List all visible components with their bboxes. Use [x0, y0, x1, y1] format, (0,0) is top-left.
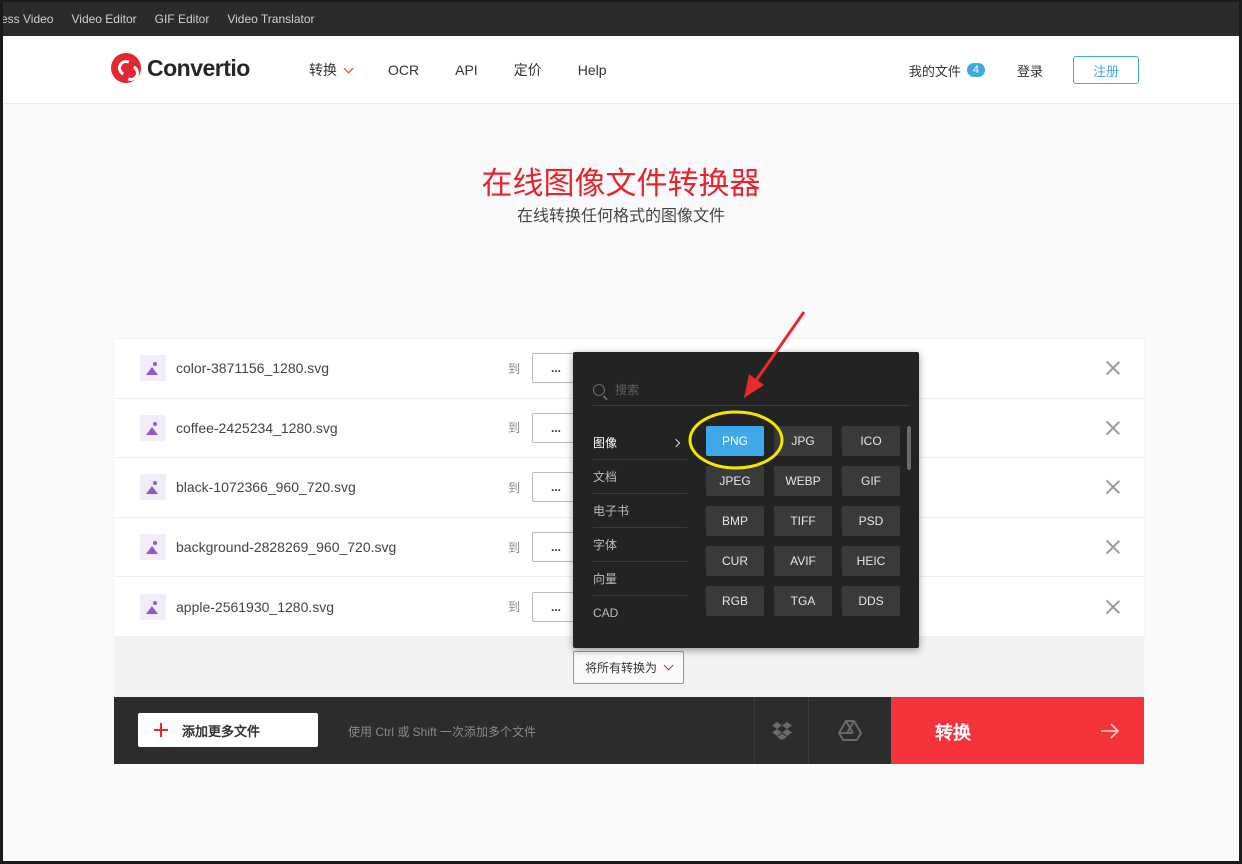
format-cur[interactable]: CUR [706, 546, 764, 576]
close-icon[interactable] [1106, 421, 1120, 435]
close-icon[interactable] [1106, 480, 1120, 494]
page-subtitle: 在线转换任何格式的图像文件 [516, 208, 725, 225]
search-icon [593, 383, 605, 396]
format-avif[interactable]: AVIF [774, 546, 832, 576]
category-vector[interactable]: 向量 [593, 562, 687, 596]
nav-ocr[interactable]: OCR [388, 62, 419, 78]
format-jpg[interactable]: JPG [774, 426, 832, 456]
format-grid: PNG JPG ICO JPEG WEBP GIF BMP TIFF PSD C… [706, 426, 906, 616]
google-drive-button[interactable] [808, 697, 891, 764]
page-frame: ess Video Video Editor GIF Editor Video … [0, 0, 1242, 864]
convert-button[interactable]: 转换 [891, 697, 1144, 764]
format-gif[interactable]: GIF [842, 466, 900, 496]
file-name: color-3871156_1280.svg [176, 360, 330, 377]
chevron-right-icon [671, 438, 681, 447]
top-link-video-editor[interactable]: Video Editor [71, 12, 136, 26]
format-psd[interactable]: PSD [842, 506, 900, 536]
format-webp[interactable]: WEBP [774, 466, 832, 496]
add-more-files-label: 添加更多文件 [182, 723, 261, 739]
nav-convert-label: 转换 [309, 62, 337, 78]
image-file-icon [140, 593, 166, 620]
to-label: 到 [508, 480, 521, 495]
format-heic[interactable]: HEIC [842, 546, 900, 576]
format-ico[interactable]: ICO [842, 426, 900, 456]
action-bar: 添加更多文件 使用 Ctrl 或 Shift 一次添加多个文件 转换 [114, 697, 1144, 764]
top-link-video-translator[interactable]: Video Translator [227, 12, 314, 26]
image-file-icon [140, 534, 166, 561]
format-rgb[interactable]: RGB [706, 586, 764, 616]
top-link-gif-editor[interactable]: GIF Editor [155, 12, 210, 26]
header-actions: 我的文件 4 登录 注册 [909, 36, 1139, 104]
chevron-down-icon [343, 63, 354, 73]
file-name: coffee-2425234_1280.svg [176, 419, 338, 436]
format-png[interactable]: PNG [706, 426, 764, 456]
format-search-placeholder: 搜索 [615, 383, 640, 397]
close-icon[interactable] [1106, 361, 1120, 375]
page-title: 在线图像文件转换器 [481, 166, 761, 201]
top-link-compress-video[interactable]: ess Video [3, 12, 53, 26]
multi-select-hint: 使用 Ctrl 或 Shift 一次添加多个文件 [348, 725, 537, 739]
dropdown-scrollbar[interactable] [907, 426, 911, 470]
format-search-field[interactable]: 搜索 [593, 374, 909, 406]
category-label: 图像 [593, 436, 618, 450]
my-files-count-badge: 4 [966, 63, 985, 77]
category-document[interactable]: 文档 [593, 460, 687, 494]
format-jpeg[interactable]: JPEG [706, 466, 764, 496]
top-tool-bar: ess Video Video Editor GIF Editor Video … [3, 2, 1239, 36]
file-name: background-2828269_960_720.svg [176, 539, 397, 556]
image-file-icon [140, 474, 166, 501]
convert-all-label: 将所有转换为 [584, 661, 657, 675]
category-font[interactable]: 字体 [593, 528, 687, 562]
convert-all-dropdown[interactable]: 将所有转换为 [573, 651, 684, 684]
main-nav: 转换 OCR API 定价 Help [309, 36, 643, 104]
nav-help[interactable]: Help [578, 62, 607, 78]
login-link[interactable]: 登录 [1017, 61, 1043, 80]
convert-label: 转换 [935, 723, 971, 743]
my-files-label: 我的文件 [908, 63, 961, 79]
format-bmp[interactable]: BMP [706, 506, 764, 536]
add-more-files-button[interactable]: 添加更多文件 [138, 713, 318, 747]
dropbox-button[interactable] [754, 697, 808, 764]
to-label: 到 [508, 600, 521, 615]
category-list: 图像 文档 电子书 字体 向量 CAD [593, 426, 687, 630]
to-label: 到 [508, 540, 521, 555]
close-icon[interactable] [1106, 540, 1120, 554]
file-name: apple-2561930_1280.svg [176, 598, 335, 615]
to-label: 到 [508, 421, 521, 436]
to-label: 到 [508, 361, 521, 376]
format-dropdown: 搜索 图像 文档 电子书 字体 向量 CAD PNG JPG ICO JPEG … [573, 352, 919, 648]
chevron-down-icon [663, 660, 674, 671]
nav-pricing[interactable]: 定价 [514, 60, 542, 80]
google-drive-icon [838, 720, 862, 741]
format-tiff[interactable]: TIFF [774, 506, 832, 536]
plus-icon [154, 723, 168, 737]
format-dds[interactable]: DDS [842, 586, 900, 616]
logo-text: Convertio [147, 54, 250, 81]
site-header: Convertio 转换 OCR API 定价 Help 我的文件 4 登录 注… [3, 36, 1239, 104]
category-ebook[interactable]: 电子书 [593, 494, 687, 528]
format-tga[interactable]: TGA [774, 586, 832, 616]
file-name: black-1072366_960_720.svg [176, 479, 356, 496]
arrow-right-icon [1101, 723, 1120, 739]
my-files-link[interactable]: 我的文件 4 [909, 61, 985, 80]
image-file-icon [140, 355, 166, 382]
nav-convert[interactable]: 转换 [309, 60, 354, 80]
close-icon[interactable] [1106, 600, 1120, 614]
category-cad[interactable]: CAD [593, 596, 687, 630]
convertio-logo-icon [111, 53, 141, 83]
logo[interactable]: Convertio [111, 53, 250, 83]
dropbox-icon [771, 721, 792, 740]
signup-button[interactable]: 注册 [1073, 56, 1139, 84]
nav-api[interactable]: API [455, 62, 478, 78]
category-image[interactable]: 图像 [593, 426, 687, 460]
image-file-icon [140, 414, 166, 441]
